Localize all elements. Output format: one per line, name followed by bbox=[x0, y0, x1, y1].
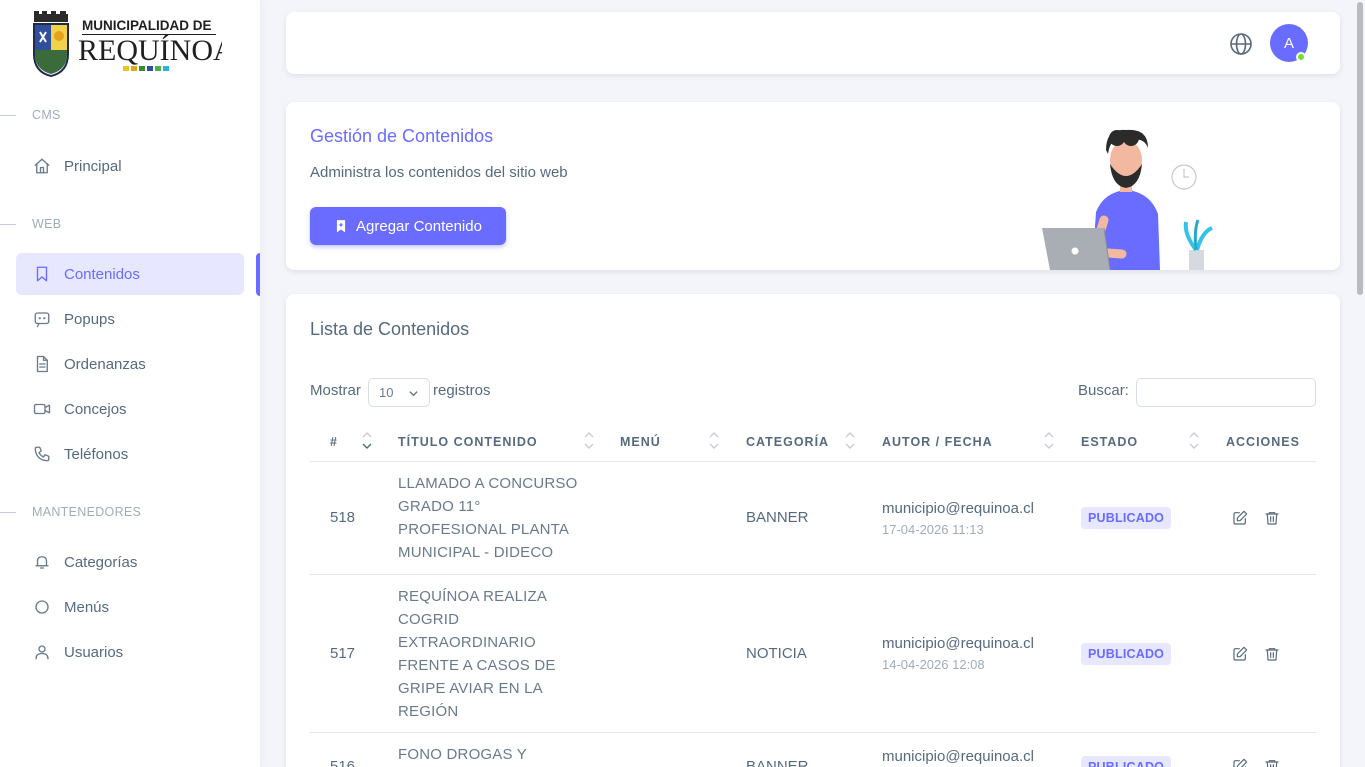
scrollbar-thumb[interactable] bbox=[1357, 2, 1363, 295]
online-status-dot bbox=[1296, 52, 1306, 62]
globe-icon[interactable] bbox=[1229, 32, 1253, 56]
sort-icon[interactable] bbox=[844, 430, 856, 452]
sort-icon[interactable] bbox=[1188, 430, 1200, 452]
sidebar-item-popups[interactable]: Popups bbox=[16, 298, 244, 340]
welcome-card: Gestión de Contenidos Administra los con… bbox=[286, 102, 1340, 270]
trash-icon[interactable] bbox=[1264, 758, 1280, 767]
column-header-id[interactable]: # bbox=[330, 435, 338, 449]
sidebar-item-label: Concejos bbox=[64, 400, 127, 418]
page-size-select[interactable]: 10 bbox=[368, 378, 430, 407]
records-label: registros bbox=[433, 382, 491, 399]
column-header-actions: ACCIONES bbox=[1226, 435, 1300, 449]
list-title: Lista de Contenidos bbox=[310, 319, 470, 339]
column-header-category[interactable]: CATEGORÍA bbox=[746, 435, 829, 449]
trash-icon[interactable] bbox=[1264, 646, 1280, 662]
sidebar-item-label: Menús bbox=[64, 598, 110, 616]
row-title: REQUÍNOA REALIZA COGRID EXTRAORDINARIO F… bbox=[398, 588, 556, 720]
top-navbar: A bbox=[286, 12, 1340, 74]
sort-icon[interactable] bbox=[1043, 430, 1055, 452]
row-category: BANNER bbox=[746, 758, 809, 767]
status-badge: PUBLICADO bbox=[1081, 507, 1172, 529]
sidebar-item-telefonos[interactable]: Teléfonos bbox=[16, 433, 244, 475]
circle-icon bbox=[32, 597, 52, 617]
row-id: 517 bbox=[330, 645, 356, 662]
row-author: municipio@requinoa.cl bbox=[882, 748, 1034, 765]
active-indicator bbox=[256, 253, 260, 296]
sidebar-item-ordenanzas[interactable]: Ordenanzas bbox=[16, 343, 244, 385]
brand-line1: MUNICIPALIDAD DE bbox=[82, 18, 212, 33]
row-category: NOTICIA bbox=[746, 645, 807, 662]
sidebar-item-label: Usuarios bbox=[64, 643, 124, 661]
row-author: municipio@requinoa.cl bbox=[882, 500, 1034, 517]
row-divider bbox=[310, 732, 1316, 733]
row-date: 17-04-2026 11:13 bbox=[882, 522, 984, 537]
edit-icon[interactable] bbox=[1232, 510, 1248, 526]
row-author: municipio@requinoa.cl bbox=[882, 635, 1034, 652]
column-header-menu[interactable]: MENÚ bbox=[620, 435, 661, 449]
message-icon bbox=[32, 309, 52, 329]
brand-line2: REQUÍNOA bbox=[78, 34, 222, 67]
row-title: LLAMADO A CONCURSO GRADO 11° PROFESIONAL… bbox=[398, 475, 578, 561]
municipality-logo[interactable]: MUNICIPALIDAD DE REQUÍNOA bbox=[32, 10, 235, 78]
page-size-value: 10 bbox=[379, 385, 394, 400]
sidebar-item-label: Contenidos bbox=[64, 265, 140, 283]
header-divider bbox=[310, 461, 1316, 462]
row-id: 516 bbox=[330, 758, 356, 767]
sidebar-item-label: Principal bbox=[64, 157, 122, 175]
content-list-card: Lista de Contenidos Mostrar 10 registros… bbox=[286, 294, 1340, 767]
add-content-label: Agregar Contenido bbox=[356, 217, 482, 235]
file-icon bbox=[32, 354, 52, 374]
sidebar-item-usuarios[interactable]: Usuarios bbox=[16, 631, 244, 673]
video-icon bbox=[32, 399, 52, 419]
add-content-button[interactable]: Agregar Contenido bbox=[310, 207, 506, 245]
phone-icon bbox=[32, 444, 52, 464]
sidebar-item-label: Ordenanzas bbox=[64, 355, 146, 373]
illustration-man-laptop bbox=[1034, 124, 1224, 270]
status-badge: PUBLICADO bbox=[1081, 643, 1172, 665]
menu-header-web: WEB bbox=[0, 214, 61, 234]
sidebar-item-concejos[interactable]: Concejos bbox=[16, 388, 244, 430]
column-header-author-date[interactable]: AUTOR / FECHA bbox=[882, 435, 993, 449]
sidebar-item-menus[interactable]: Menús bbox=[16, 586, 244, 628]
edit-icon[interactable] bbox=[1232, 646, 1248, 662]
row-title: FONO DROGAS Y bbox=[398, 746, 528, 763]
sort-icon[interactable] bbox=[361, 430, 373, 452]
sort-icon[interactable] bbox=[708, 430, 720, 452]
row-category: BANNER bbox=[746, 509, 809, 526]
sort-icon[interactable] bbox=[583, 430, 595, 452]
search-label: Buscar: bbox=[1078, 382, 1129, 399]
row-divider bbox=[310, 574, 1316, 575]
sidebar-item-contenidos[interactable]: Contenidos bbox=[16, 253, 244, 295]
bell-icon bbox=[32, 552, 52, 572]
search-input[interactable] bbox=[1136, 378, 1316, 407]
sidebar-item-label: Categorías bbox=[64, 553, 138, 571]
menu-header-mantenedores: MANTENEDORES bbox=[0, 502, 141, 522]
sidebar-item-principal[interactable]: Principal bbox=[16, 145, 244, 187]
show-entries-label: Mostrar bbox=[310, 382, 361, 399]
bookmark-plus-icon bbox=[336, 220, 346, 233]
menu-header-cms: CMS bbox=[0, 105, 61, 125]
welcome-subtitle: Administra los contenidos del sitio web bbox=[310, 164, 568, 181]
sidebar-item-label: Popups bbox=[64, 310, 115, 328]
welcome-title: Gestión de Contenidos bbox=[310, 126, 494, 146]
sidebar: MUNICIPALIDAD DE REQUÍNOA CMS Principal … bbox=[0, 0, 260, 767]
avatar-initial: A bbox=[1283, 34, 1294, 52]
trash-icon[interactable] bbox=[1264, 510, 1280, 526]
status-badge: PUBLICADO bbox=[1081, 756, 1172, 767]
edit-icon[interactable] bbox=[1232, 758, 1248, 767]
sidebar-item-categorias[interactable]: Categorías bbox=[16, 541, 244, 583]
bookmark-icon bbox=[32, 264, 52, 284]
column-header-status[interactable]: ESTADO bbox=[1081, 435, 1138, 449]
row-date: 14-04-2026 12:08 bbox=[882, 657, 985, 672]
column-header-title[interactable]: TÍTULO CONTENIDO bbox=[398, 435, 538, 449]
sidebar-item-label: Teléfonos bbox=[64, 445, 129, 463]
row-id: 518 bbox=[330, 509, 356, 526]
chevron-down-icon bbox=[409, 391, 418, 397]
home-icon bbox=[32, 156, 52, 176]
user-icon bbox=[32, 642, 52, 662]
